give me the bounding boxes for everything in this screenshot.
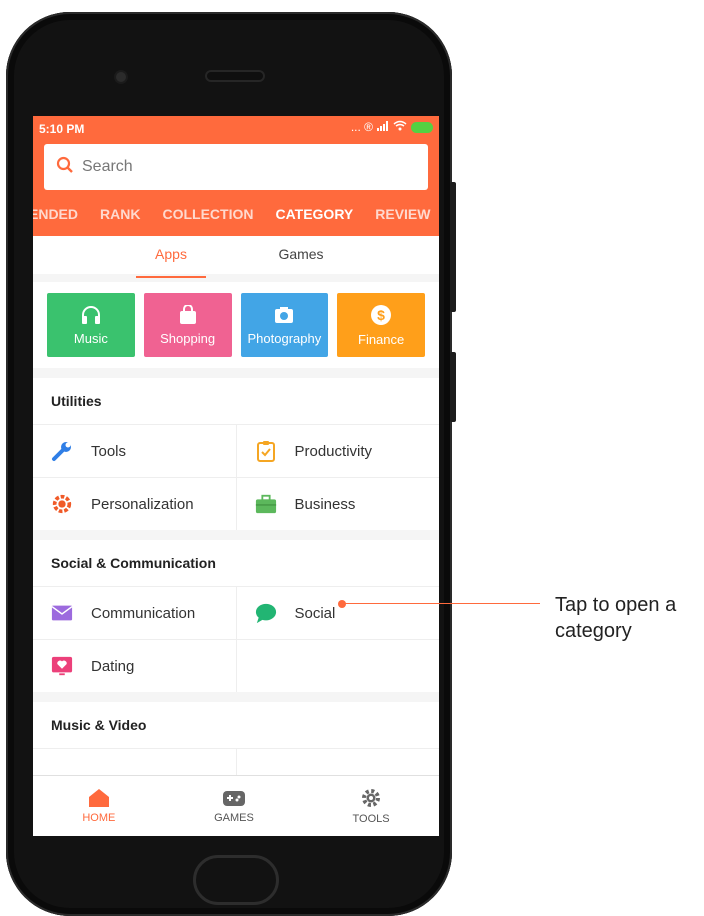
section-social: Social & Communication Communication Soc… — [33, 540, 439, 692]
personalization-gear-icon — [51, 493, 73, 515]
bottom-nav: HOME GAMES TOOLS — [33, 775, 439, 836]
category-label: Productivity — [294, 442, 373, 460]
svg-text:$: $ — [377, 307, 385, 323]
category-tools[interactable]: Tools — [33, 425, 237, 477]
power-button — [450, 352, 456, 422]
earpiece-speaker — [207, 72, 263, 80]
category-row: Tools Productivity — [33, 425, 439, 478]
tile-label: Finance — [358, 331, 405, 347]
featured-categories: Music Shopping Photography $ Finance — [33, 282, 439, 368]
annotation-line-1: Tap to open a — [555, 594, 677, 616]
tile-label: Photography — [247, 330, 322, 346]
nav-tools[interactable]: TOOLS — [353, 787, 390, 825]
briefcase-icon — [255, 493, 277, 515]
tile-finance[interactable]: $ Finance — [337, 293, 425, 357]
annotation-dot — [338, 600, 346, 608]
tile-music[interactable]: Music — [47, 293, 135, 357]
status-extra-text: ... ® — [350, 120, 373, 134]
home-key[interactable] — [193, 855, 279, 905]
category-social[interactable]: Social — [237, 587, 440, 639]
category-productivity[interactable]: Productivity — [237, 425, 440, 477]
envelope-icon — [51, 602, 73, 624]
category-label: Social — [294, 604, 336, 622]
category-personalization[interactable]: Personalization — [33, 478, 237, 530]
top-tabs: ENDED RANK COLLECTION CATEGORY REVIEW — [33, 206, 439, 230]
search-icon — [56, 156, 74, 179]
category-empty — [237, 640, 440, 692]
wifi-icon — [393, 120, 407, 134]
headphones-icon — [81, 305, 100, 324]
section-title: Social & Communication — [33, 540, 439, 587]
nav-label: GAMES — [214, 812, 254, 824]
phone-frame: 5:10 PM ... ® Search ENDED RANK COLLECTI… — [6, 12, 456, 916]
nav-label: HOME — [82, 812, 116, 824]
section-title: Utilities — [33, 378, 439, 425]
front-camera — [116, 72, 126, 82]
tab-collection[interactable]: COLLECTION — [162, 206, 253, 230]
category-row: Personalization Business — [33, 478, 439, 530]
category-dating[interactable]: Dating — [33, 640, 237, 692]
home-icon — [88, 789, 109, 807]
annotation-line — [344, 603, 540, 604]
tile-shopping[interactable]: Shopping — [143, 293, 232, 357]
search-bar[interactable]: Search — [44, 144, 428, 190]
annotation-line-2: category — [555, 620, 632, 642]
signal-icon — [377, 120, 389, 134]
tile-photography[interactable]: Photography — [240, 293, 329, 357]
category-label: Business — [294, 495, 356, 513]
app-screen: 5:10 PM ... ® Search ENDED RANK COLLECTI… — [33, 116, 439, 836]
nav-label: TOOLS — [352, 813, 390, 825]
tab-recommended[interactable]: ENDED — [33, 206, 78, 230]
tab-rank[interactable]: RANK — [100, 206, 140, 230]
category-row: Communication Social — [33, 587, 439, 640]
dollar-icon: $ — [371, 304, 392, 325]
nav-home[interactable]: HOME — [82, 788, 115, 824]
gamepad-icon — [222, 791, 245, 806]
shopping-bag-icon — [179, 304, 196, 324]
gear-icon — [362, 789, 381, 807]
category-label: Dating — [91, 657, 135, 675]
tab-review[interactable]: REVIEW — [375, 206, 430, 230]
battery-icon — [411, 121, 433, 133]
tile-label: Shopping — [160, 330, 216, 346]
status-time: 5:10 PM — [39, 122, 85, 136]
category-row: Dating — [33, 640, 439, 692]
category-label: Tools — [91, 442, 127, 460]
tab-category[interactable]: CATEGORY — [275, 206, 353, 230]
camera-icon — [275, 306, 294, 323]
status-icons: ... ® — [351, 120, 433, 134]
section-title: Music & Video — [33, 702, 439, 749]
chat-bubble-icon — [255, 602, 277, 624]
section-utilities: Utilities Tools Productivity Personaliza… — [33, 378, 439, 530]
category-business[interactable]: Business — [237, 478, 440, 530]
category-label: Personalization — [91, 495, 194, 513]
volume-button — [450, 182, 456, 312]
clipboard-check-icon — [255, 440, 277, 462]
nav-games[interactable]: GAMES — [214, 788, 254, 824]
segment-control: Apps Games — [33, 236, 439, 278]
header: 5:10 PM ... ® Search ENDED RANK COLLECTI… — [33, 116, 439, 236]
segment-games[interactable]: Games — [266, 236, 336, 274]
segment-apps[interactable]: Apps — [136, 236, 206, 278]
tile-label: Music — [73, 330, 108, 346]
heart-screen-icon — [51, 655, 73, 677]
category-label: Communication — [91, 604, 196, 622]
search-input[interactable]: Search — [82, 158, 133, 176]
wrench-icon — [51, 440, 73, 462]
annotation-text: Tap to open a category — [555, 592, 676, 644]
category-communication[interactable]: Communication — [33, 587, 237, 639]
